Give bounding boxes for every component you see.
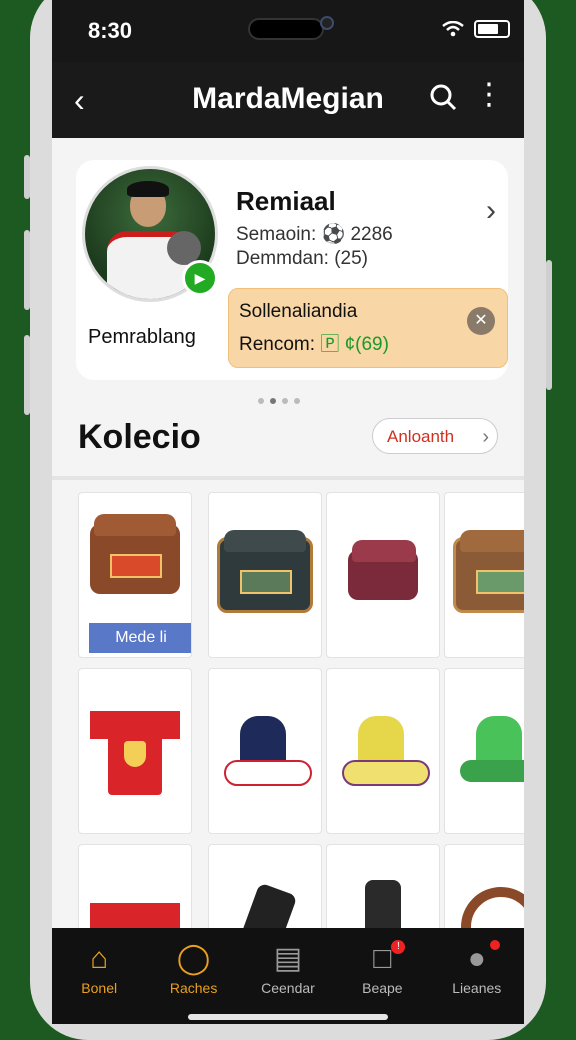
side-button — [24, 230, 30, 310]
reward-value: 🄿 ¢(69) — [320, 334, 389, 355]
shield-icon: ◯ — [176, 942, 211, 975]
chevron-right-icon[interactable]: › — [486, 194, 496, 228]
collection-item[interactable] — [326, 492, 440, 658]
side-button — [24, 155, 30, 199]
collection-item[interactable] — [78, 668, 192, 834]
reward-banner[interactable]: Sollenaliandia Rencom: 🄿 ¢(69) ✕ — [228, 288, 508, 368]
camera-icon — [320, 16, 334, 30]
dynamic-island — [248, 18, 324, 40]
nav-beape[interactable]: □ ! Beape — [337, 940, 427, 996]
search-icon[interactable] — [428, 82, 458, 112]
collection-item[interactable] — [208, 492, 322, 658]
bag-icon — [217, 530, 313, 613]
bag-icon — [90, 514, 180, 594]
side-button — [546, 260, 552, 390]
status-time: 8:30 — [88, 18, 133, 43]
chevron-right-icon: › — [482, 426, 489, 448]
jersey-icon — [90, 701, 180, 801]
verified-badge-icon: ▶ — [182, 260, 218, 296]
nav-label: Beape — [362, 980, 403, 996]
bag-icon — [453, 530, 524, 613]
status-icons — [442, 20, 510, 38]
nav-raches[interactable]: ◯ Raches — [149, 942, 239, 996]
profile-name: Remiaal — [236, 186, 336, 216]
nav-ceendar[interactable]: ▤ Ceendar — [243, 942, 333, 996]
home-indicator[interactable] — [188, 1014, 388, 1020]
avatar-caption: Pemrablang — [88, 326, 196, 348]
wifi-icon — [442, 21, 464, 37]
profile-stat: Demmdan: (25) — [236, 248, 368, 269]
profile-card[interactable]: ▶ Pemrablang Remiaal › Semaoin: ⚽ 2286 D… — [76, 160, 508, 380]
people-icon: ● — [467, 942, 486, 975]
notification-badge — [489, 940, 500, 950]
divider — [52, 476, 524, 480]
reward-title: Sollenaliandia — [239, 301, 358, 322]
item-badge: Mede li — [89, 623, 191, 653]
side-button — [24, 335, 30, 415]
nav-label: Raches — [169, 980, 218, 996]
reward-line: Rencom: 🄿 ¢(69) — [239, 329, 389, 356]
collection-title: Kolecio — [78, 418, 201, 456]
nav-label: Lieanes — [452, 980, 502, 996]
nav-label: Ceendar — [261, 980, 315, 996]
screen: 8:30 ‹ MardaMegian ⋮ ▶ Pemrablang Remiaa… — [52, 0, 524, 1024]
collection-item[interactable] — [208, 668, 322, 834]
battery-icon — [474, 20, 510, 38]
app-bar: ‹ MardaMegian ⋮ — [52, 62, 524, 138]
home-icon: ⌂ — [90, 942, 109, 975]
collection-item[interactable] — [444, 492, 524, 658]
page-indicator — [258, 398, 300, 404]
close-icon[interactable]: ✕ — [467, 307, 495, 335]
see-all-label: Anloanth — [387, 427, 455, 446]
status-bar: 8:30 — [52, 0, 524, 62]
shop-icon: ▤ — [273, 942, 303, 975]
boot-icon — [338, 716, 430, 786]
collection-item[interactable] — [326, 668, 440, 834]
reward-label: Rencom: — [239, 334, 316, 355]
collection-item[interactable] — [444, 668, 524, 834]
boot-icon — [456, 716, 524, 786]
nav-label: Bonel — [81, 980, 118, 996]
nav-home[interactable]: ⌂ Bonel — [54, 942, 144, 996]
see-all-button[interactable]: Anloanth › — [372, 418, 498, 454]
profile-stat: Semaoin: ⚽ 2286 — [236, 224, 393, 245]
nav-lieanes[interactable]: ● Lieanes — [432, 940, 522, 996]
collection-item[interactable]: Mede li — [78, 492, 192, 658]
boot-icon — [220, 716, 312, 786]
chest-icon — [348, 540, 418, 600]
bottom-nav: ⌂ Bonel ◯ Raches ▤ Ceendar □ ! Beape ● L… — [52, 928, 524, 1024]
more-options-icon[interactable]: ⋮ — [474, 80, 504, 110]
chat-icon: □ — [373, 942, 392, 975]
